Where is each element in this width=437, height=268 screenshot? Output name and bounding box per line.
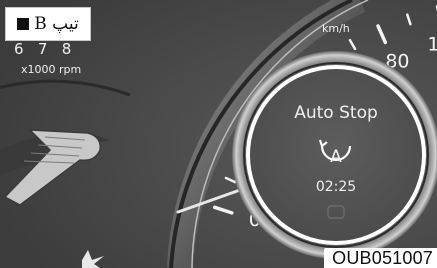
speed-label-100: 100 (427, 34, 437, 56)
auto-stop-status-text: Auto Stop (294, 103, 378, 123)
tachometer-digits: 6 7 8 (14, 40, 72, 58)
instrument-cluster-photo: 020406080100120140 km/h Auto Stop A 02:2… (0, 0, 437, 268)
tachometer-unit-label: x1000 rpm (21, 63, 82, 76)
black-square-icon (17, 18, 30, 30)
auto-stop-symbol: A (330, 147, 342, 167)
center-display: Auto Stop A 02:25 (232, 51, 437, 259)
speed-unit-label: km/h (322, 22, 350, 35)
auto-stop-timer: 02:25 (316, 179, 356, 195)
type-caption-tag: تيپ B (5, 7, 91, 41)
type-caption-text: تيپ B (34, 14, 79, 34)
image-code-label: OUB051007 (324, 248, 437, 268)
